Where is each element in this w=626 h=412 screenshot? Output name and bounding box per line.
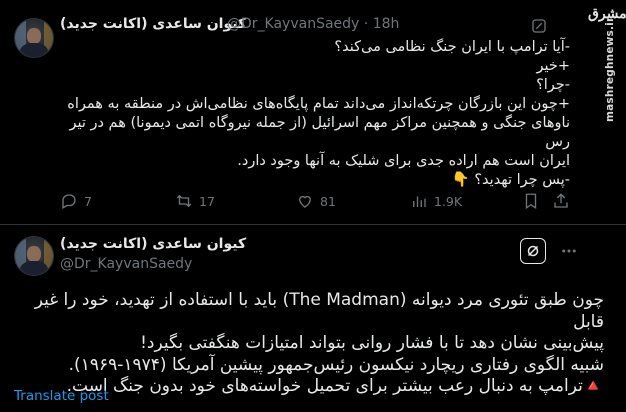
retweet-handle[interactable]: @Dr_KayvanSaedy	[227, 16, 359, 32]
tweet-divider	[0, 224, 626, 225]
grok-icon[interactable]	[530, 17, 548, 35]
translate-post-link[interactable]: Translate post	[14, 388, 109, 404]
retweet-time[interactable]: 18h	[373, 16, 400, 32]
bookmark-icon[interactable]	[522, 192, 540, 210]
retweet-handle-line: @Dr_KayvanSaedy · 18h	[227, 16, 399, 32]
main-tweet-text: چون طبق تئوری مرد دیوانه (The Madman) با…	[34, 290, 604, 396]
main-handle[interactable]: @Dr_KayvanSaedy	[60, 256, 192, 272]
like-button[interactable]: 81	[296, 192, 336, 210]
retweet-author-name[interactable]: کیوان ساعدی (اکانت جدید)	[60, 16, 246, 32]
like-icon	[299, 195, 311, 208]
retweet-avatar[interactable]	[14, 18, 54, 58]
retweet-count: 17	[199, 193, 215, 209]
retweet-button[interactable]: 17	[175, 192, 215, 210]
main-avatar[interactable]	[14, 236, 54, 276]
retweet-text: -آیا ترامپ با ایران جنگ نظامی می‌کند؟ +خ…	[67, 39, 570, 188]
reply-icon	[62, 194, 76, 209]
share-icon[interactable]	[552, 192, 570, 210]
reply-button[interactable]: 7	[60, 192, 92, 210]
views-count: 1.9K	[434, 193, 463, 209]
time-separator: ·	[363, 16, 369, 32]
retweet-actions: 7 17 81 1.9K	[60, 192, 470, 210]
views-button[interactable]: 1.9K	[410, 192, 462, 210]
screenshot: مشرق mashreghnews.ir کیوان ساعدی (اکانت …	[0, 0, 626, 412]
views-icon	[413, 196, 426, 207]
like-count: 81	[320, 193, 336, 209]
more-icon[interactable]	[558, 240, 580, 262]
reply-count: 7	[84, 193, 92, 209]
mashregh-watermark: mashreghnews.ir	[604, 16, 616, 122]
retweet-icon	[176, 194, 192, 208]
grok-icon[interactable]	[520, 238, 546, 264]
main-author-name[interactable]: کیوان ساعدی (اکانت جدید)	[60, 236, 246, 252]
